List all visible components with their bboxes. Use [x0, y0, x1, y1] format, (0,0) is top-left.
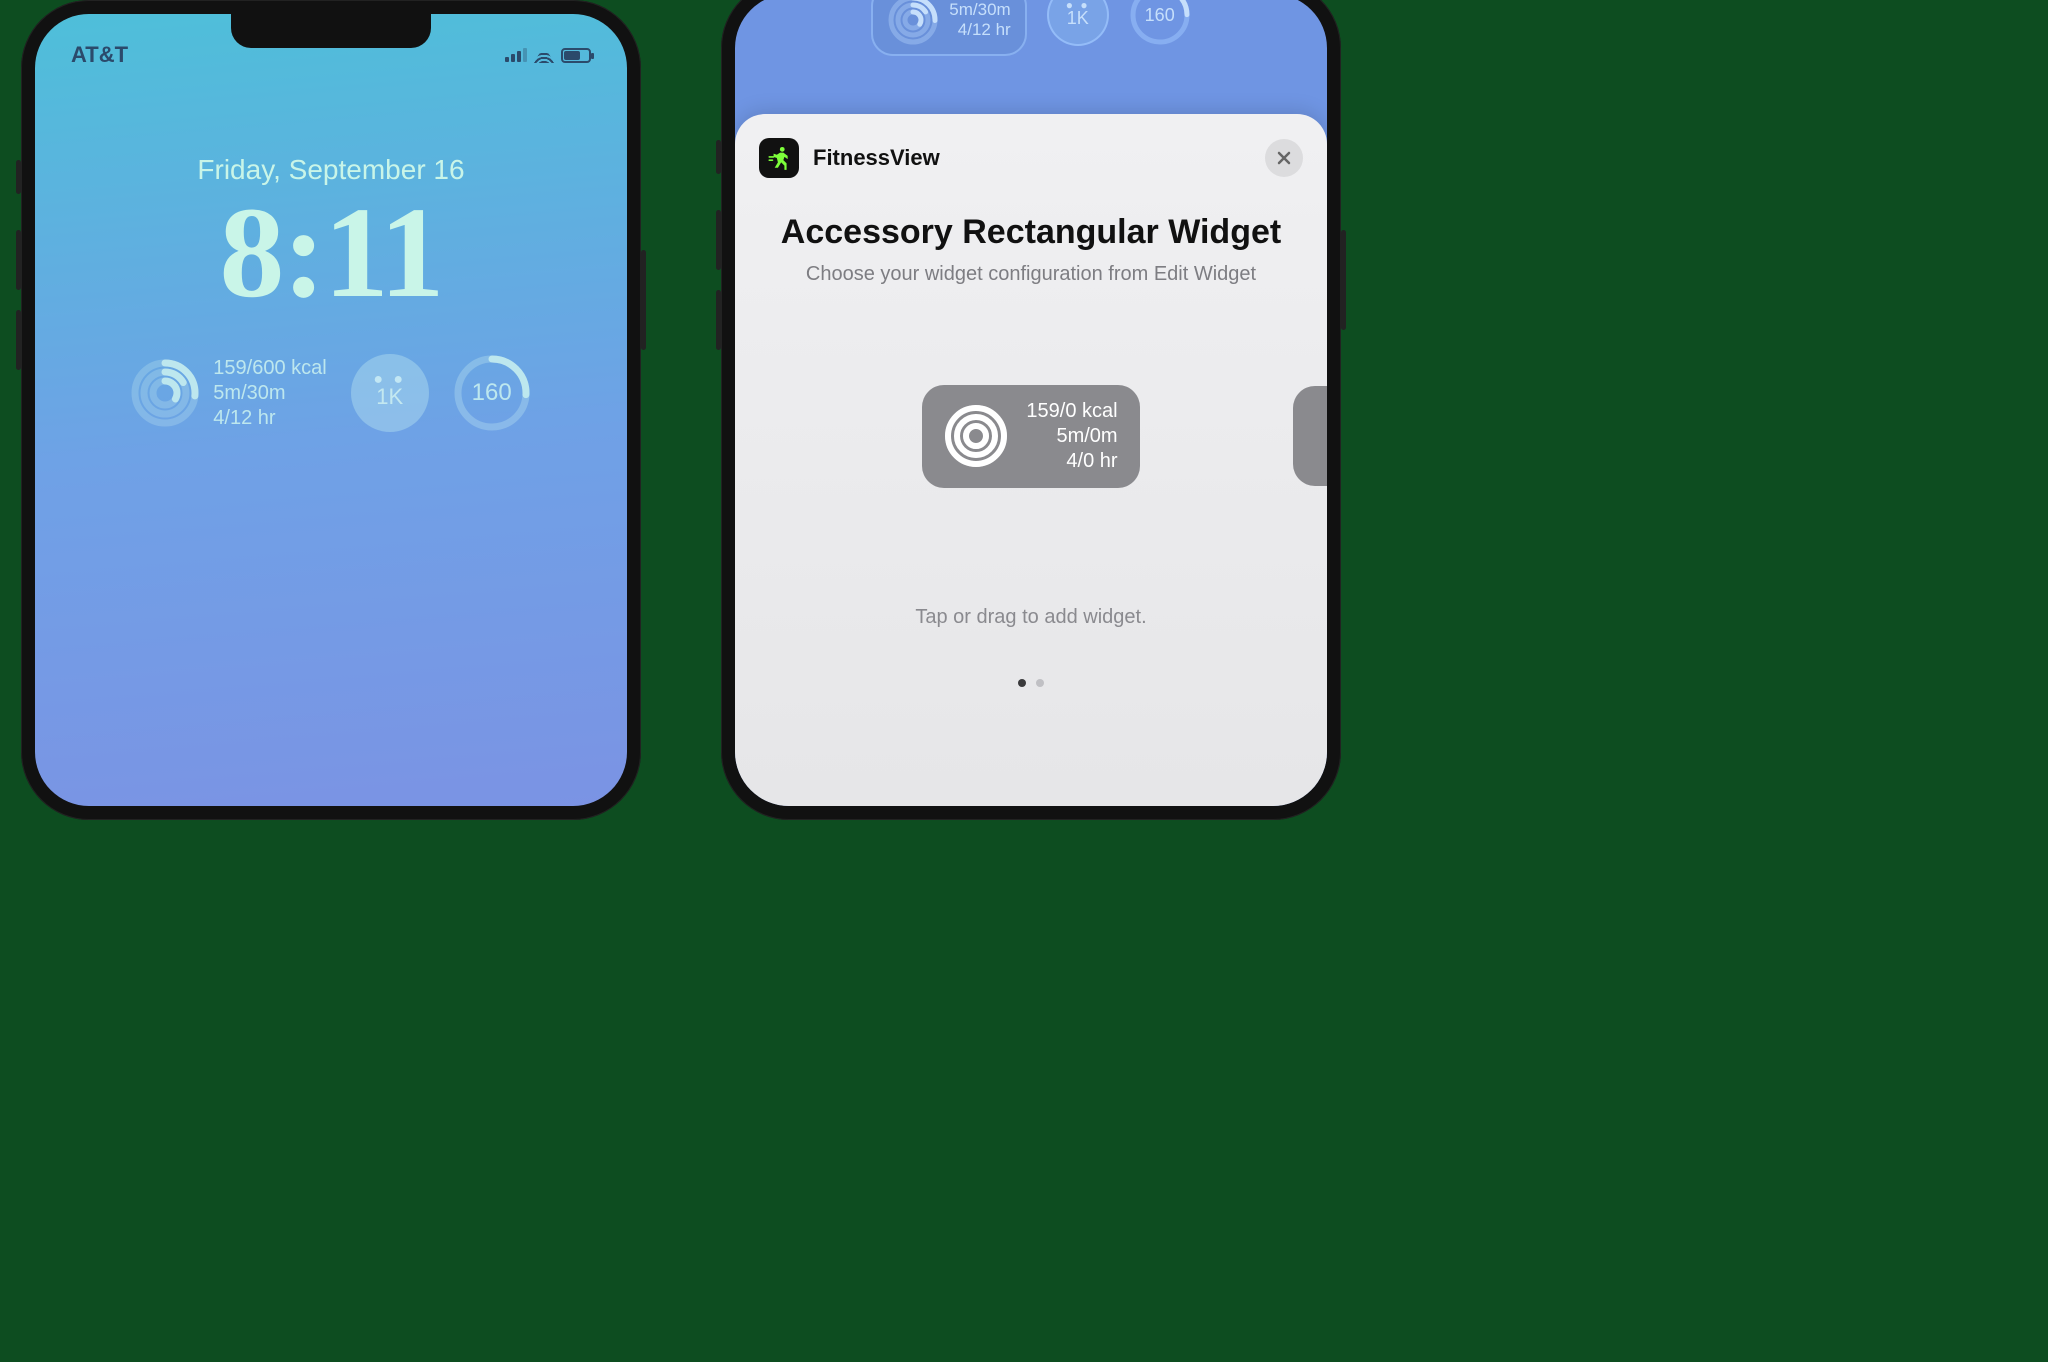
rect-widget[interactable]: 159/600 kcal 5m/30m 4/12 hr [131, 356, 326, 431]
preview-line1: 159/0 kcal [1026, 399, 1117, 424]
signal-icon [505, 48, 527, 62]
widget-preview[interactable]: 159/0 kcal 5m/0m 4/0 hr [922, 385, 1139, 488]
rect-widget-line1: 159/600 kcal [213, 356, 326, 381]
runner-icon [766, 145, 792, 171]
mini-hr-label: 160 [1129, 0, 1191, 46]
mini-rect-line1: 5m/30m [949, 0, 1010, 20]
carrier-label: AT&T [71, 42, 128, 68]
sheet-title: Accessory Rectangular Widget [759, 214, 1303, 251]
page-dot-1[interactable] [1018, 679, 1026, 687]
battery-icon [561, 48, 591, 63]
phone-right: 5m/30m 4/12 hr ● ● 1K 160 [721, 0, 1341, 820]
page-dot-2[interactable] [1036, 679, 1044, 687]
mini-rect-widget[interactable]: 5m/30m 4/12 hr [871, 0, 1026, 56]
status-bar: AT&T [35, 42, 627, 68]
footsteps-icon: ● ● [373, 376, 406, 384]
phone-left: AT&T Friday, September 16 8:11 [21, 0, 641, 820]
activity-rings-icon [131, 359, 199, 427]
app-icon [759, 138, 799, 178]
next-widget-peek[interactable] [1293, 386, 1327, 486]
screen-left: AT&T Friday, September 16 8:11 [35, 14, 627, 806]
sheet-subtitle: Choose your widget configuration from Ed… [759, 263, 1303, 286]
widget-row: 159/600 kcal 5m/30m 4/12 hr ● ● 1K 160 [35, 354, 627, 432]
steps-widget[interactable]: ● ● 1K [351, 354, 429, 432]
status-right [505, 42, 591, 68]
hint-label: Tap or drag to add widget. [759, 606, 1303, 629]
mini-rect-line2: 4/12 hr [949, 20, 1010, 40]
wifi-icon [533, 47, 555, 63]
close-button[interactable] [1265, 139, 1303, 177]
hr-label: 160 [453, 354, 531, 432]
rect-widget-line3: 4/12 hr [213, 406, 326, 431]
rect-widget-line2: 5m/30m [213, 381, 326, 406]
sheet-app-header: FitnessView [759, 138, 940, 178]
activity-rings-icon [944, 404, 1008, 468]
widget-picker-sheet: FitnessView Accessory Rectangular Widget… [735, 114, 1327, 806]
lockscreen-content: Friday, September 16 8:11 [35, 154, 627, 318]
hr-widget[interactable]: 160 [453, 354, 531, 432]
steps-label: 1K [376, 384, 403, 410]
screen-right: 5m/30m 4/12 hr ● ● 1K 160 [735, 0, 1327, 806]
lockscreen-time: 8:11 [35, 188, 627, 318]
activity-rings-icon [887, 0, 939, 46]
preview-line2: 5m/0m [1026, 424, 1117, 449]
page-indicator [759, 679, 1303, 687]
preview-line3: 4/0 hr [1026, 449, 1117, 474]
mini-steps-widget[interactable]: ● ● 1K [1047, 0, 1109, 46]
close-icon [1276, 150, 1292, 166]
app-name-label: FitnessView [813, 145, 940, 171]
mini-hr-widget[interactable]: 160 [1129, 0, 1191, 46]
mini-steps-label: 1K [1067, 8, 1089, 29]
top-widget-strip: 5m/30m 4/12 hr ● ● 1K 160 [735, 0, 1327, 56]
